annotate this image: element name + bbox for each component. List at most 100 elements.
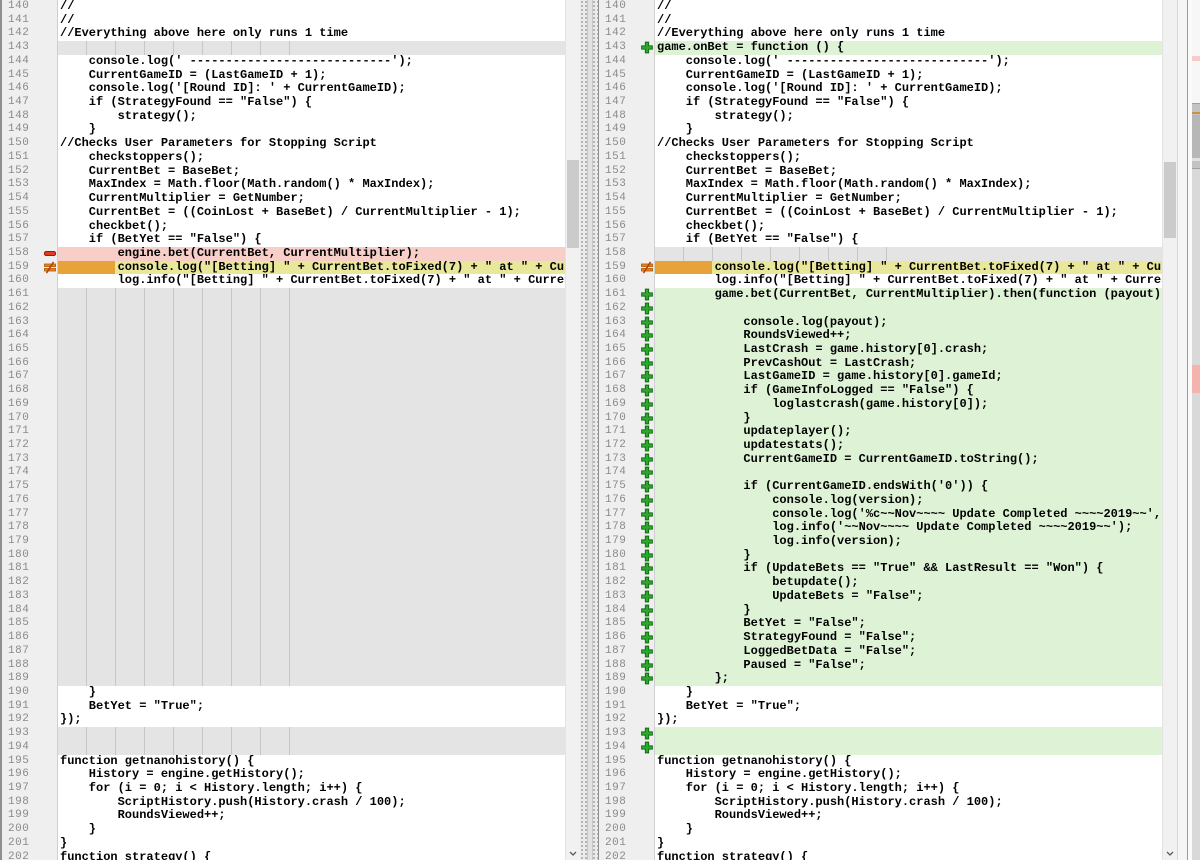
diff-row: 170 }: [599, 412, 1163, 426]
code-text: [58, 412, 566, 426]
right-file-pane[interactable]: 140//141//142//Everything above here onl…: [598, 0, 1177, 860]
diff-row: 190 }: [2, 686, 566, 700]
diff-row: 193: [2, 727, 566, 741]
diff-row: 148 strategy();: [599, 110, 1163, 124]
line-gutter: 196: [2, 768, 58, 782]
line-gutter: 189: [599, 672, 655, 686]
line-gutter: 154: [599, 192, 655, 206]
code-text: [58, 329, 566, 343]
pane-splitter[interactable]: [580, 0, 598, 860]
line-number: 191: [2, 700, 57, 714]
diff-row: 156 checkbet();: [599, 220, 1163, 234]
plus-added-icon: [640, 412, 654, 425]
left-file-pane[interactable]: 140//141//142//Everything above here onl…: [0, 0, 580, 860]
line-gutter: 200: [2, 823, 58, 837]
code-text: BetYet = "False";: [655, 617, 1163, 631]
code-text: [58, 41, 566, 55]
line-number: 151: [2, 151, 57, 165]
line-number: 188: [2, 659, 57, 673]
line-gutter: 152: [2, 165, 58, 179]
diff-location-bar[interactable]: [1187, 0, 1200, 860]
line-gutter: 183: [599, 590, 655, 604]
diff-row: 175 if (CurrentGameID.endsWith('0')) {: [599, 480, 1163, 494]
plus-added-icon: [640, 549, 654, 562]
code-text: [58, 521, 566, 535]
chevron-down-icon: [1166, 851, 1174, 856]
line-gutter: 190: [599, 686, 655, 700]
line-number: 201: [2, 837, 57, 851]
line-gutter: 198: [2, 796, 58, 810]
diff-row: 160 log.info("[Betting] " + CurrentBet.t…: [599, 274, 1163, 288]
line-gutter: 193: [2, 727, 58, 741]
line-gutter: 171: [2, 425, 58, 439]
line-number: 144: [599, 55, 654, 69]
code-text: });: [655, 713, 1163, 727]
diff-row: 151 checkstoppers();: [2, 151, 566, 165]
code-text: [58, 631, 566, 645]
diff-row: 191 BetYet = "True";: [2, 700, 566, 714]
right-pane-scrollbar[interactable]: [1162, 0, 1177, 860]
code-text: CurrentBet = BaseBet;: [58, 165, 566, 179]
line-gutter: 163: [2, 316, 58, 330]
line-gutter: 148: [2, 110, 58, 124]
code-text: CurrentBet = ((CoinLost + BaseBet) / Cur…: [655, 206, 1163, 220]
line-gutter: 164: [599, 329, 655, 343]
plus-added-icon: [640, 288, 654, 301]
diff-row: 199 RoundsViewed++;: [2, 809, 566, 823]
left-pane-scrollbar[interactable]: [565, 0, 580, 860]
code-text: [58, 453, 566, 467]
code-text: }: [655, 123, 1163, 137]
code-text: console.log("[Betting] " + CurrentBet.to…: [655, 261, 1163, 275]
left-scrollbar-thumb[interactable]: [567, 160, 579, 248]
diff-row: 200 }: [2, 823, 566, 837]
code-text: [655, 466, 1163, 480]
code-text: PrevCashOut = LastCrash;: [655, 357, 1163, 371]
line-gutter: 164: [2, 329, 58, 343]
diff-location-map[interactable]: [1192, 0, 1200, 860]
minus-removed-icon: [43, 247, 57, 260]
right-scroll-down-button[interactable]: [1163, 846, 1177, 860]
diff-row: 171: [2, 425, 566, 439]
diff-row: 169: [2, 398, 566, 412]
diff-row: 197 for (i = 0; i < History.length; i++)…: [599, 782, 1163, 796]
line-number: 168: [2, 384, 57, 398]
line-number: 147: [599, 96, 654, 110]
code-text: if (UpdateBets == "True" && LastResult =…: [655, 562, 1163, 576]
line-gutter: 173: [599, 453, 655, 467]
diff-row: 192});: [599, 713, 1163, 727]
code-text: //: [655, 0, 1163, 14]
line-number: 179: [2, 535, 57, 549]
line-gutter: 186: [599, 631, 655, 645]
diff-row: 200 }: [599, 823, 1163, 837]
diff-row: 183: [2, 590, 566, 604]
code-text: [58, 466, 566, 480]
line-gutter: 150: [599, 137, 655, 151]
line-number: 186: [2, 631, 57, 645]
whitespace-diff-block: [58, 261, 115, 275]
left-scroll-down-button[interactable]: [566, 846, 580, 860]
diff-row: 143game.onBet = function () {: [599, 41, 1163, 55]
plus-added-icon: [640, 425, 654, 438]
plus-added-icon: [640, 604, 654, 617]
line-number: 164: [2, 329, 57, 343]
line-gutter: 167: [599, 370, 655, 384]
diff-row: 167 LastGameID = game.history[0].gameId;: [599, 370, 1163, 384]
code-text: BetYet = "True";: [58, 700, 566, 714]
diff-row: 199 RoundsViewed++;: [599, 809, 1163, 823]
diff-row: 194: [599, 741, 1163, 755]
code-text: //: [58, 14, 566, 28]
line-number: 178: [2, 521, 57, 535]
diff-window: 140//141//142//Everything above here onl…: [0, 0, 1200, 860]
code-text: console.log(' --------------------------…: [58, 55, 566, 69]
plus-added-icon: [640, 480, 654, 493]
nav-viewport-mark[interactable]: [1192, 103, 1200, 169]
code-text: CurrentBet = ((CoinLost + BaseBet) / Cur…: [58, 206, 566, 220]
right-scrollbar-thumb[interactable]: [1164, 162, 1176, 238]
code-text: RoundsViewed++;: [655, 329, 1163, 343]
code-text: [58, 562, 566, 576]
code-text: [58, 398, 566, 412]
line-number: 173: [2, 453, 57, 467]
line-number: 162: [2, 302, 57, 316]
line-gutter: 201: [599, 837, 655, 851]
whitespace-diff-block: [655, 261, 712, 275]
